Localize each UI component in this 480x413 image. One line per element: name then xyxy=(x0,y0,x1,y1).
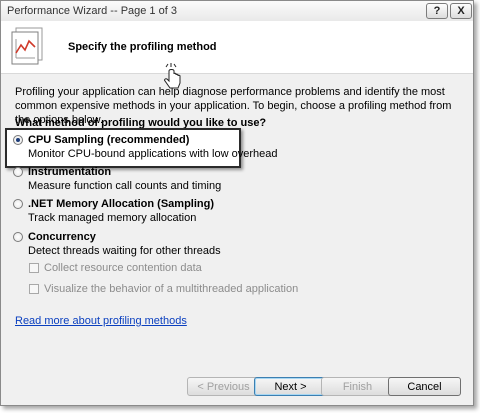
option-label: .NET Memory Allocation (Sampling) xyxy=(28,198,214,210)
previous-button[interactable]: < Previous xyxy=(187,377,260,396)
checkbox-multithreaded[interactable] xyxy=(29,284,39,294)
option-label: Concurrency xyxy=(28,231,96,243)
read-more-link[interactable]: Read more about profiling methods xyxy=(15,315,187,327)
radio-cpu-sampling[interactable] xyxy=(13,135,23,145)
radio-concurrency[interactable] xyxy=(13,232,23,242)
title-bar: Performance Wizard -- Page 1 of 3 ? X xyxy=(1,1,473,22)
hand-cursor-icon xyxy=(164,63,181,89)
checkbox-label: Visualize the behavior of a multithreade… xyxy=(44,283,299,295)
window-title: Performance Wizard -- Page 1 of 3 xyxy=(7,5,177,17)
performance-wizard-window: Performance Wizard -- Page 1 of 3 ? X Sp… xyxy=(0,0,474,406)
cancel-button[interactable]: Cancel xyxy=(388,377,461,396)
radio-instrumentation[interactable] xyxy=(13,167,23,177)
next-button[interactable]: Next > xyxy=(254,377,327,396)
finish-button[interactable]: Finish xyxy=(321,377,394,396)
close-button[interactable]: X xyxy=(450,3,472,19)
option-description: Monitor CPU-bound applications with low … xyxy=(28,148,278,160)
checkbox-resource-contention[interactable] xyxy=(29,263,39,273)
option-description: Track managed memory allocation xyxy=(28,212,197,224)
option-description: Measure function call counts and timing xyxy=(28,180,222,192)
chart-icon xyxy=(11,27,43,65)
wizard-header: Specify the profiling method xyxy=(1,21,473,74)
option-label: Instrumentation xyxy=(28,166,112,178)
option-description: Detect threads waiting for other threads xyxy=(28,245,221,257)
page-title: Specify the profiling method xyxy=(68,41,217,53)
checkbox-label: Collect resource contention data xyxy=(44,262,202,274)
option-label: CPU Sampling (recommended) xyxy=(28,134,190,146)
radio-memory-allocation[interactable] xyxy=(13,199,23,209)
help-button[interactable]: ? xyxy=(426,3,448,19)
help-icon: ? xyxy=(433,5,441,17)
close-icon: X xyxy=(457,5,465,17)
wizard-content: Profiling your application can help diag… xyxy=(1,74,473,405)
